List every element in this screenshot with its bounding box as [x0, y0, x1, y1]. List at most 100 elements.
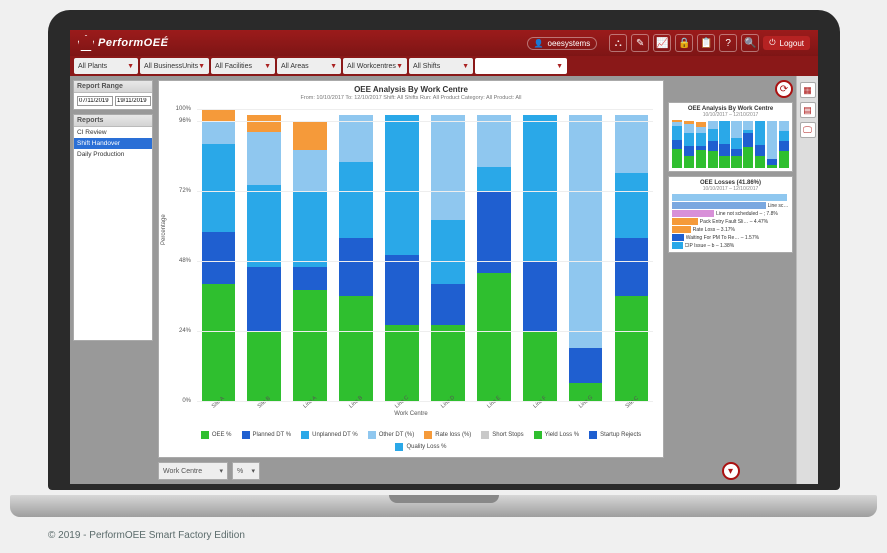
mini-chart-sub: 10/10/2017 – 12/10/2017	[672, 112, 789, 118]
bar-segment	[293, 121, 326, 150]
legend-item[interactable]: Other DT (%)	[368, 431, 415, 439]
legend-item[interactable]: Short Stops	[481, 431, 523, 439]
bar-segment	[385, 255, 418, 325]
filter-3[interactable]: All Areas▼	[277, 58, 341, 74]
bar-segment	[569, 348, 602, 383]
bar-segment	[523, 115, 556, 261]
bar-column[interactable]: Site C	[615, 109, 648, 401]
filter-1[interactable]: All BusinessUnits▼	[140, 58, 209, 74]
collapse-button[interactable]: ▾	[722, 462, 740, 480]
mini-bar	[684, 121, 694, 168]
x-axis-label: Work Centre	[159, 411, 663, 417]
bar-column[interactable]: Site B	[247, 109, 280, 401]
refresh-button[interactable]: ⟳	[775, 80, 793, 98]
bar-column[interactable]: Line G	[569, 109, 602, 401]
bar-segment	[339, 162, 372, 238]
bar-segment	[477, 273, 510, 401]
report-item[interactable]: Daily Production	[74, 149, 152, 160]
bar-segment	[339, 296, 372, 401]
legend-item[interactable]: Planned DT %	[242, 431, 292, 439]
bar-segment	[293, 290, 326, 401]
bar-segment	[293, 191, 326, 267]
bar-column[interactable]: Line F	[523, 109, 556, 401]
loss-row[interactable]: Pack Entry Fault Sli… – 4.47%	[672, 218, 789, 225]
chart-legend: OEE % Planned DT % Unplanned DT % Other DT …	[189, 431, 653, 451]
logo-icon	[78, 35, 94, 51]
rail-chart-icon[interactable]: ▦	[800, 82, 816, 98]
logout-label: Logout	[780, 39, 804, 48]
search-icon[interactable]: 🔍	[741, 34, 759, 52]
chevron-down-icon: ▾	[219, 467, 223, 475]
legend-item[interactable]: Unplanned DT %	[301, 431, 358, 439]
loss-row[interactable]: Line Not Scheduled – 24.78%	[672, 194, 789, 201]
pct-dropdown[interactable]: % ▾	[232, 462, 260, 480]
bar-segment	[247, 115, 280, 133]
bar-column[interactable]: Site A	[202, 109, 235, 401]
filter-5[interactable]: All Shifts▼	[409, 58, 473, 74]
mini-bar	[731, 121, 741, 168]
bar-segment	[247, 132, 280, 185]
filter-2[interactable]: All Facilities▼	[211, 58, 275, 74]
rail-screen-icon[interactable]: 🖵	[800, 122, 816, 138]
legend-item[interactable]: Quality Loss %	[395, 443, 446, 451]
user-badge[interactable]: 👤 oeesystems	[527, 37, 598, 50]
copyright-label: © 2019 - PerformOEE Smart Factory Editio…	[48, 530, 245, 541]
logout-icon: ⏻	[769, 38, 775, 48]
bar-segment	[385, 115, 418, 255]
bar-segment	[615, 173, 648, 237]
report-item[interactable]: CI Review	[74, 127, 152, 138]
laptop-frame: PerformOEÉ 👤 oeesystems ⛬ ✎ 📈 🔒 📋 ? 🔍 ⏻ …	[48, 10, 840, 490]
tool-icon[interactable]: ✎	[631, 34, 649, 52]
legend-item[interactable]: Yield Loss %	[534, 431, 579, 439]
bar-segment	[202, 284, 235, 401]
losses-panel[interactable]: OEE Losses (41.86%) 10/10/2017 – 12/10/2…	[668, 176, 793, 253]
brand-label: PerformOEÉ	[98, 37, 168, 49]
filter-4[interactable]: All Workcentres▼	[343, 58, 407, 74]
lock-icon[interactable]: 🔒	[675, 34, 693, 52]
loss-row[interactable]: Waiting For PM To Re… – 1.57%	[672, 234, 789, 241]
date-to-input[interactable]	[115, 96, 151, 106]
filter-0[interactable]: All Plants▼	[74, 58, 138, 74]
loss-row[interactable]: Line scheduled off – 19.09%	[672, 202, 789, 209]
sitemap-icon[interactable]: ⛬	[609, 34, 627, 52]
mini-chart-panel[interactable]: OEE Analysis By Work Centre 10/10/2017 –…	[668, 102, 793, 172]
bar-column[interactable]: Line E	[477, 109, 510, 401]
legend-item[interactable]: OEE %	[201, 431, 232, 439]
filter-workcentre-group[interactable]: ▼	[475, 58, 567, 74]
bar-segment	[202, 121, 235, 144]
loss-row[interactable]: Rate Loss – 3.17%	[672, 226, 789, 233]
y-tick: 100%	[176, 106, 191, 112]
logout-button[interactable]: ⏻ Logout	[763, 36, 810, 50]
chart-icon[interactable]: 📈	[653, 34, 671, 52]
bar-segment	[202, 232, 235, 285]
report-range-header: Report Range	[74, 81, 152, 93]
bar-segment	[615, 238, 648, 296]
help-icon[interactable]: ?	[719, 34, 737, 52]
reports-header: Reports	[74, 115, 152, 127]
report-item[interactable]: Shift Handover	[74, 138, 152, 149]
bar-segment	[431, 115, 464, 220]
rail-table-icon[interactable]: ▤	[800, 102, 816, 118]
bottom-controls: Work Centre ▾ % ▾	[158, 462, 664, 480]
chart-subtitle: From: 10/10/2017 To: 12/10/2017 Shift: A…	[159, 95, 663, 103]
main-chart-panel: OEE Analysis By Work Centre From: 10/10/…	[158, 80, 664, 458]
bar-segment	[247, 267, 280, 331]
bar-segment	[431, 220, 464, 284]
date-from-input[interactable]	[77, 96, 113, 106]
legend-item[interactable]: Rate loss (%)	[424, 431, 471, 439]
loss-row[interactable]: CIP Issue – b – 1.38%	[672, 242, 789, 249]
loss-row[interactable]: Line not scheduled – ; 7.8%	[672, 210, 789, 217]
bar-segment	[247, 331, 280, 401]
legend-item[interactable]: Startup Rejects	[589, 431, 641, 439]
bar-column[interactable]: Line B	[339, 109, 372, 401]
workcentre-dropdown[interactable]: Work Centre ▾	[158, 462, 228, 480]
bar-column[interactable]: Line A	[293, 109, 326, 401]
bar-column[interactable]: Line D	[431, 109, 464, 401]
clipboard-icon[interactable]: 📋	[697, 34, 715, 52]
y-tick: 72%	[179, 188, 191, 194]
losses-sub: 10/10/2017 – 12/10/2017	[672, 186, 789, 192]
bar-column[interactable]: Line C	[385, 109, 418, 401]
mini-bar	[779, 121, 789, 168]
user-name: oeesystems	[548, 39, 591, 48]
y-tick: 96%	[179, 118, 191, 124]
